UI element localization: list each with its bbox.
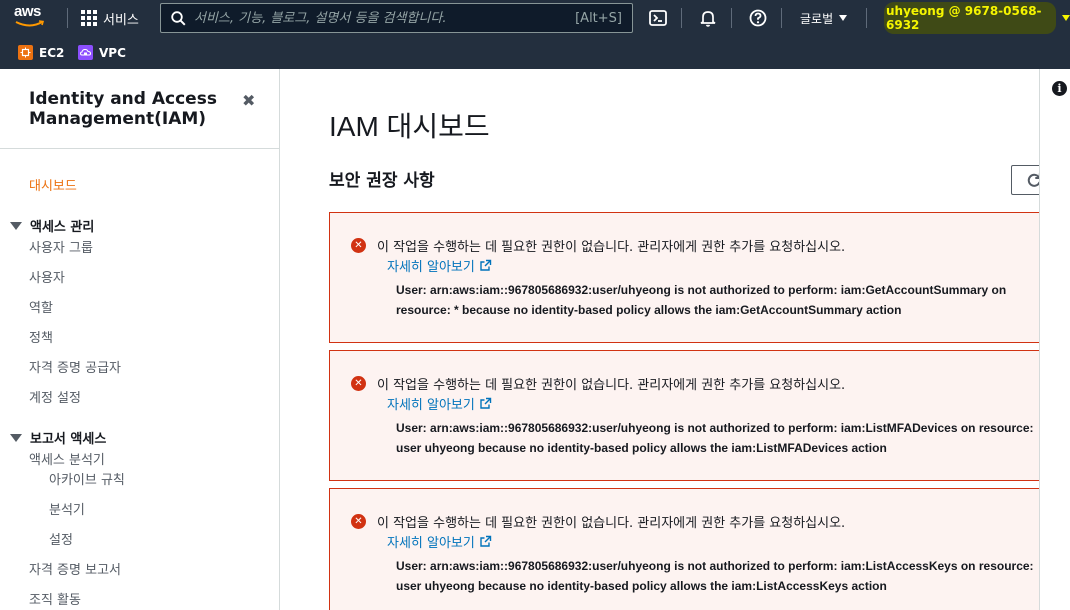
section-title: 액세스 관리: [30, 220, 95, 235]
bell-icon[interactable]: [698, 8, 718, 28]
nav-divider: [731, 8, 732, 28]
sidebar-title: Identity and Access Management(IAM): [29, 89, 217, 129]
close-icon[interactable]: ✖: [242, 91, 255, 110]
external-link-icon: [480, 535, 492, 547]
aws-logo[interactable]: aws: [14, 4, 54, 32]
error-icon: ✕: [351, 238, 366, 253]
search-box[interactable]: [Alt+S]: [160, 3, 633, 33]
sidebar-title-line1: Identity and Access: [29, 89, 217, 109]
nav-divider: [681, 8, 682, 28]
region-selector[interactable]: 글로벌: [800, 0, 848, 36]
alert-detail: User: arn:aws:iam::967805686932:user/uhy…: [396, 421, 1034, 455]
error-icon: ✕: [351, 514, 366, 529]
main-content: IAM 대시보드 보안 권장 사항 ✕ 이 작업을 수행하는 데 필요한 권한이…: [281, 69, 1039, 610]
error-icon: ✕: [351, 376, 366, 391]
region-label: 글로벌: [800, 11, 834, 26]
sidebar-item-dashboard[interactable]: 대시보드: [29, 175, 77, 194]
info-panel: i: [1039, 69, 1070, 610]
services-label: 서비스: [103, 12, 139, 28]
info-icon[interactable]: i: [1052, 81, 1067, 96]
sidebar-item-users[interactable]: 사용자: [29, 267, 65, 286]
error-alert: ✕ 이 작업을 수행하는 데 필요한 권한이 없습니다. 관리자에게 권한 추가…: [329, 488, 1039, 610]
sidebar-item-user-groups[interactable]: 사용자 그룹: [29, 237, 93, 256]
error-alert: ✕ 이 작업을 수행하는 데 필요한 권한이 없습니다. 관리자에게 권한 추가…: [329, 212, 1039, 343]
favorite-label: EC2: [39, 45, 65, 60]
search-icon: [171, 10, 186, 26]
help-icon[interactable]: [748, 8, 768, 28]
favorites-bar: EC2 VPC: [0, 36, 1070, 69]
section-title: 보고서 액세스: [30, 432, 107, 447]
caret-down-icon: [10, 433, 22, 442]
learn-more-link[interactable]: 자세히 알아보기: [387, 394, 492, 413]
sidebar: Identity and Access Management(IAM) ✖ 대시…: [0, 69, 280, 610]
aws-logo-text: aws: [14, 3, 41, 20]
favorite-ec2[interactable]: EC2: [18, 45, 64, 60]
search-shortcut: [Alt+S]: [575, 10, 622, 26]
sidebar-section-access-management[interactable]: 액세스 관리: [10, 216, 94, 235]
sidebar-item-roles[interactable]: 역할: [29, 297, 53, 316]
sidebar-item-organization-activity[interactable]: 조직 활동: [29, 589, 81, 608]
sidebar-item-access-analyzer[interactable]: 액세스 분석기: [29, 449, 105, 468]
alert-detail: User: arn:aws:iam::967805686932:user/uhy…: [396, 283, 1007, 317]
sidebar-item-identity-providers[interactable]: 자격 증명 공급자: [29, 357, 121, 376]
section-title: 보안 권장 사항: [329, 171, 435, 191]
vpc-icon: [78, 45, 93, 60]
nav-divider: [866, 8, 867, 28]
sidebar-item-credential-report[interactable]: 자격 증명 보고서: [29, 559, 121, 578]
refresh-button[interactable]: [1011, 165, 1039, 195]
refresh-icon: [1027, 173, 1039, 187]
sidebar-section-reports[interactable]: 보고서 액세스: [10, 428, 106, 447]
sidebar-item-policies[interactable]: 정책: [29, 327, 53, 346]
caret-down-icon: [839, 15, 848, 21]
external-link-icon: [480, 397, 492, 409]
sidebar-divider: [0, 148, 279, 149]
learn-more-label: 자세히 알아보기: [387, 260, 475, 275]
error-alert: ✕ 이 작업을 수행하는 데 필요한 권한이 없습니다. 관리자에게 권한 추가…: [329, 350, 1039, 481]
aws-smile-icon: [15, 20, 45, 27]
sidebar-item-archive-rules[interactable]: 아카이브 규칙: [49, 469, 125, 488]
caret-down-icon: [10, 221, 22, 230]
alert-message: 이 작업을 수행하는 데 필요한 권한이 없습니다. 관리자에게 권한 추가를 …: [377, 378, 846, 393]
caret-down-icon: [1062, 15, 1070, 21]
account-label: uhyeong @ 9678-0568-6932: [884, 2, 1056, 34]
page-title: IAM 대시보드: [329, 111, 490, 142]
external-link-icon: [480, 259, 492, 271]
search-input[interactable]: [194, 10, 554, 26]
sidebar-item-analyzers[interactable]: 분석기: [49, 499, 85, 518]
sidebar-title-line2: Management(IAM): [29, 109, 207, 129]
favorite-label: VPC: [99, 45, 126, 60]
ec2-icon: [18, 45, 33, 60]
learn-more-label: 자세히 알아보기: [387, 398, 475, 413]
learn-more-link[interactable]: 자세히 알아보기: [387, 256, 492, 275]
favorite-vpc[interactable]: VPC: [78, 45, 126, 60]
nav-divider: [781, 8, 782, 28]
learn-more-label: 자세히 알아보기: [387, 536, 475, 551]
sidebar-item-analyzer-settings[interactable]: 설정: [49, 529, 73, 548]
learn-more-link[interactable]: 자세히 알아보기: [387, 532, 492, 551]
services-menu-button[interactable]: 서비스: [81, 0, 139, 36]
cloudshell-icon[interactable]: [648, 8, 668, 28]
alert-message: 이 작업을 수행하는 데 필요한 권한이 없습니다. 관리자에게 권한 추가를 …: [377, 516, 846, 531]
alert-message: 이 작업을 수행하는 데 필요한 권한이 없습니다. 관리자에게 권한 추가를 …: [377, 240, 846, 255]
sidebar-item-account-settings[interactable]: 계정 설정: [29, 387, 81, 406]
nav-divider: [67, 8, 68, 28]
alert-detail: User: arn:aws:iam::967805686932:user/uhy…: [396, 559, 1034, 593]
grid-icon: [81, 10, 97, 26]
account-menu[interactable]: uhyeong @ 9678-0568-6932: [884, 0, 1070, 36]
top-navigation: aws 서비스 [Alt+S] 글로벌 uhyeong @ 9678-0568-…: [0, 0, 1070, 36]
